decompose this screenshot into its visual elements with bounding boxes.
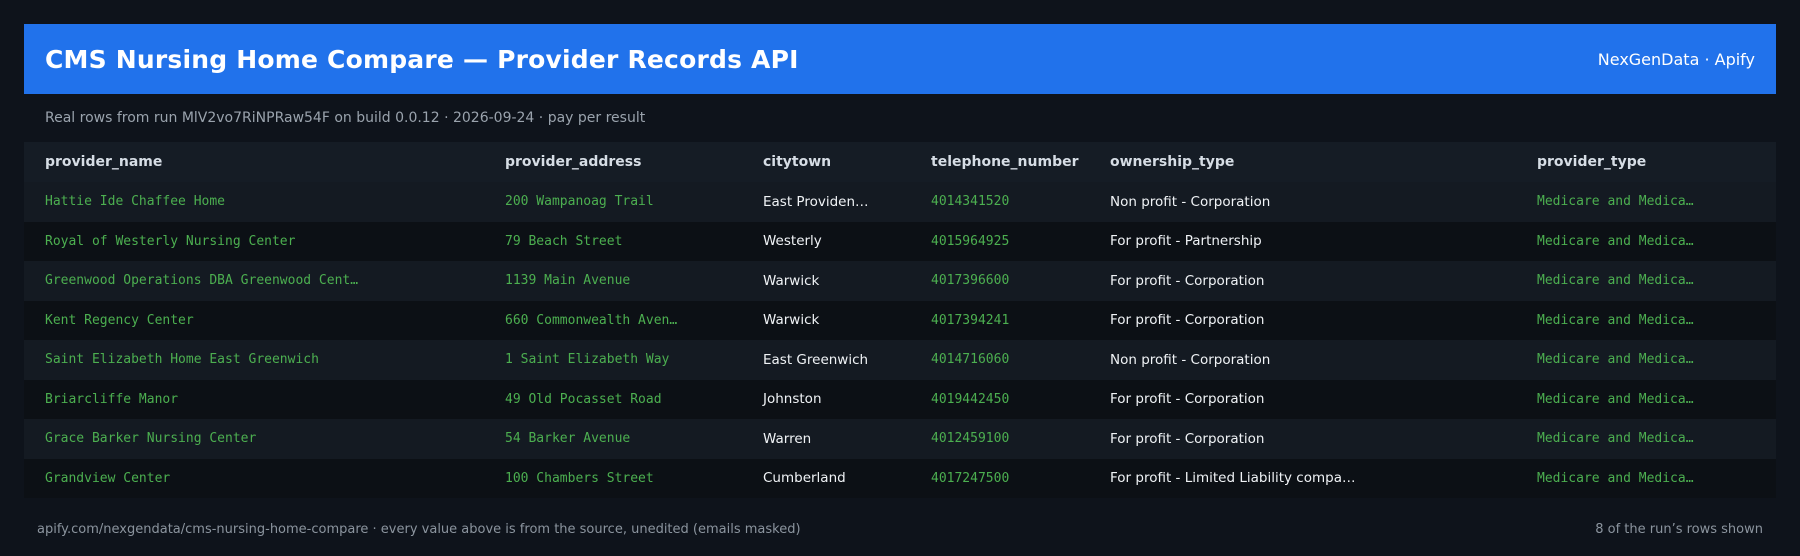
provider-address-cell: 100 Chambers Street (505, 470, 654, 486)
ownership-type-cell: For profit - Partnership (1110, 233, 1262, 250)
provider-table: provider_name provider_address citytown … (24, 142, 1776, 498)
ownership-type-cell: Non profit - Corporation (1110, 193, 1271, 210)
provider-type-cell: Medicare and Medica… (1537, 273, 1694, 289)
citytown-cell: East Greenwich (763, 351, 869, 368)
ownership-type-cell: For profit - Corporation (1110, 272, 1265, 289)
citytown-cell: East Providen… (763, 193, 869, 210)
telephone-number-cell: 4014716060 (931, 352, 1010, 368)
table-row[interactable]: Royal of Westerly Nursing Center 79 Beach… (24, 221, 1776, 261)
provider-name-cell: Grandview Center (45, 470, 171, 486)
column-header-provider-type[interactable]: provider_type (1516, 154, 1776, 170)
footer-row-count: 8 of the run’s rows shown (1595, 522, 1763, 537)
page-title: CMS Nursing Home Compare — Provider Reco… (45, 44, 799, 74)
table-row[interactable]: Grace Barker Nursing Center 54 Barker Ave… (24, 419, 1776, 459)
telephone-number-cell: 4015964925 (931, 233, 1010, 249)
provider-address-cell: 1 Saint Elizabeth Way (505, 352, 670, 368)
column-header-telephone-number[interactable]: telephone_number (910, 154, 1089, 170)
provider-type-cell: Medicare and Medica… (1537, 194, 1694, 210)
column-header-provider-address[interactable]: provider_address (484, 154, 742, 170)
provider-type-cell: Medicare and Medica… (1537, 470, 1694, 486)
brand-label: NexGenData · Apify (1597, 49, 1755, 69)
provider-address-cell: 200 Wampanoag Trail (505, 194, 654, 210)
table-row[interactable]: Hattie Ide Chaffee Home 200 Wampanoag Tra… (24, 182, 1776, 222)
provider-address-cell: 49 Old Pocasset Road (505, 391, 662, 407)
provider-type-cell: Medicare and Medica… (1537, 391, 1694, 407)
citytown-cell: Warwick (763, 272, 820, 289)
provider-name-cell: Briarcliffe Manor (45, 391, 179, 407)
provider-address-cell: 1139 Main Avenue (505, 273, 631, 289)
citytown-cell: Cumberland (763, 470, 846, 487)
ownership-type-cell: For profit - Corporation (1110, 391, 1265, 408)
table-row[interactable]: Kent Regency Center 660 Commonwealth Aven… (24, 300, 1776, 340)
provider-address-cell: 660 Commonwealth Aven… (505, 312, 678, 328)
provider-address-cell: 54 Barker Avenue (505, 431, 631, 447)
table-body: Hattie Ide Chaffee Home 200 Wampanoag Tra… (24, 182, 1776, 498)
footer-source-note: apify.com/nexgendata/cms-nursing-home-co… (37, 522, 801, 537)
table-row[interactable]: Briarcliffe Manor 49 Old Pocasset Road Joh… (24, 379, 1776, 419)
page-header: CMS Nursing Home Compare — Provider Reco… (24, 24, 1776, 94)
citytown-cell: Warren (763, 430, 812, 447)
ownership-type-cell: For profit - Corporation (1110, 430, 1265, 447)
telephone-number-cell: 4017394241 (931, 312, 1010, 328)
citytown-cell: Johnston (763, 391, 822, 408)
telephone-number-cell: 4014341520 (931, 194, 1010, 210)
telephone-number-cell: 4017247500 (931, 470, 1010, 486)
provider-name-cell: Kent Regency Center (45, 312, 194, 328)
table-row[interactable]: Saint Elizabeth Home East Greenwich 1 Sai… (24, 340, 1776, 380)
provider-address-cell: 79 Beach Street (505, 233, 623, 249)
table-header-row: provider_name provider_address citytown … (24, 142, 1776, 182)
provider-name-cell: Royal of Westerly Nursing Center (45, 233, 296, 249)
telephone-number-cell: 4017396600 (931, 273, 1010, 289)
table-row[interactable]: Grandview Center 100 Chambers Street Cumbe… (24, 458, 1776, 498)
table-row[interactable]: Greenwood Operations DBA Greenwood Cent…… (24, 261, 1776, 301)
ownership-type-cell: Non profit - Corporation (1110, 351, 1271, 368)
run-subtitle: Real rows from run MlV2vo7RiNPRaw54F on … (45, 110, 646, 126)
telephone-number-cell: 4019442450 (931, 391, 1010, 407)
provider-name-cell: Greenwood Operations DBA Greenwood Cent… (45, 273, 359, 289)
citytown-cell: Westerly (763, 233, 822, 250)
telephone-number-cell: 4012459100 (931, 431, 1010, 447)
column-header-ownership-type[interactable]: ownership_type (1089, 154, 1516, 170)
ownership-type-cell: For profit - Limited Liability compa… (1110, 470, 1356, 487)
ownership-type-cell: For profit - Corporation (1110, 312, 1265, 329)
provider-type-cell: Medicare and Medica… (1537, 431, 1694, 447)
provider-type-cell: Medicare and Medica… (1537, 352, 1694, 368)
provider-name-cell: Saint Elizabeth Home East Greenwich (45, 352, 319, 368)
provider-name-cell: Grace Barker Nursing Center (45, 431, 257, 447)
provider-type-cell: Medicare and Medica… (1537, 312, 1694, 328)
column-header-citytown[interactable]: citytown (742, 154, 910, 170)
column-header-provider-name[interactable]: provider_name (24, 154, 484, 170)
citytown-cell: Warwick (763, 312, 820, 329)
provider-type-cell: Medicare and Medica… (1537, 233, 1694, 249)
provider-name-cell: Hattie Ide Chaffee Home (45, 194, 226, 210)
